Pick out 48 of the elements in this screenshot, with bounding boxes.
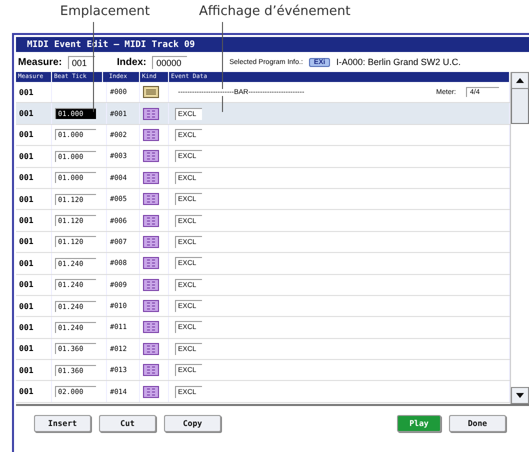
exclusive-event-icon [143, 236, 159, 248]
measure-cell: 001 [19, 366, 34, 375]
action-button[interactable]: Done [449, 415, 506, 432]
callout-label: Affichage d’événement [199, 4, 351, 19]
exclusive-event-icon [143, 172, 159, 184]
exclusive-event-icon [143, 300, 159, 312]
exclusive-event-icon [143, 128, 159, 141]
scroll-thumb[interactable] [511, 89, 529, 124]
measure-field[interactable]: 001 [68, 56, 95, 68]
measure-cell: 001 [19, 130, 34, 140]
index-label: Index: [116, 56, 146, 68]
measure-cell: 001 [19, 387, 34, 396]
measure-cell: 001 [19, 109, 34, 118]
measure-cell: 001 [19, 194, 34, 204]
scroll-up-button[interactable] [511, 72, 529, 89]
measure-cell: 001 [19, 302, 34, 311]
exclusive-event-icon [143, 257, 159, 270]
exclusive-event-icon [143, 193, 159, 206]
exclusive-event-icon [143, 364, 159, 376]
play-button[interactable]: Play [397, 415, 441, 432]
measure-cell: 001 [19, 280, 34, 290]
up-arrow-icon [516, 78, 524, 83]
measure-cell: 001 [19, 237, 34, 246]
callout-label: Emplacement [60, 4, 150, 19]
measure-cell: 001 [19, 344, 34, 354]
action-button[interactable]: Copy [164, 415, 221, 432]
measure-cell: 001 [19, 216, 34, 226]
measure-cell: 001 [19, 88, 34, 97]
action-button[interactable]: Cut [99, 415, 156, 432]
index-field[interactable]: 00000 [152, 56, 188, 68]
exclusive-event-icon [143, 386, 159, 398]
exclusive-event-icon [143, 342, 159, 355]
exclusive-event-icon [143, 150, 159, 162]
measure-cell: 001 [19, 258, 34, 268]
measure-label: Measure: [18, 56, 62, 68]
scroll-down-button[interactable] [511, 387, 529, 404]
program-name: I-A000: Berlin Grand SW2 U.C. [336, 57, 461, 67]
down-arrow-icon [516, 393, 524, 398]
exclusive-event-icon [143, 214, 159, 227]
measure-cell: 001 [19, 173, 34, 182]
measure-cell: 001 [19, 152, 34, 161]
action-button[interactable]: Insert [34, 415, 91, 432]
exclusive-event-icon [143, 278, 159, 291]
exclusive-event-icon [143, 321, 159, 334]
exclusive-event-icon [143, 108, 159, 120]
bar-event-icon [143, 86, 159, 98]
measure-cell: 001 [19, 322, 34, 332]
scroll-bar[interactable] [510, 72, 529, 404]
